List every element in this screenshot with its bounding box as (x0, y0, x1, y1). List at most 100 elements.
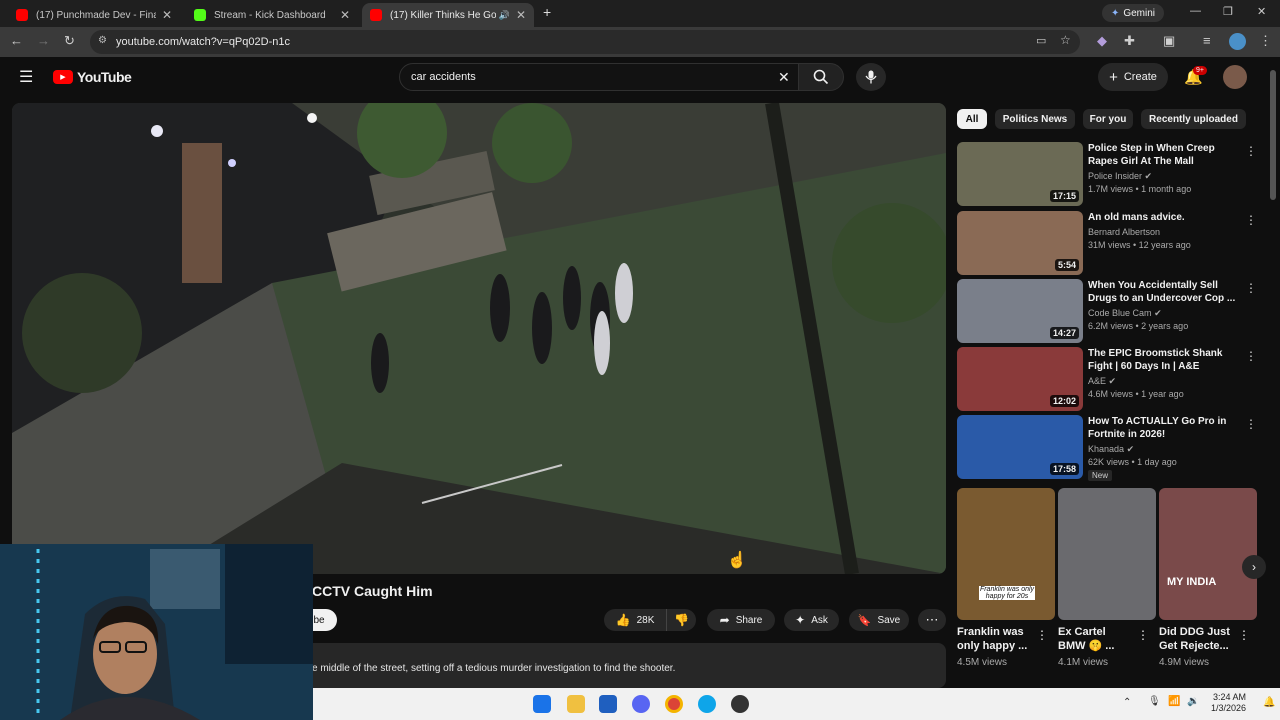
verified-icon: ✔ (1126, 444, 1135, 454)
related-title[interactable]: An old mans advice. (1088, 211, 1238, 224)
browser-tab-1[interactable]: (17) Punchmade Dev - Financia ✕ (8, 3, 180, 27)
youtube-play-icon: ▶ (53, 70, 73, 84)
notification-center-icon[interactable]: 🔔 (1263, 697, 1275, 708)
short-title[interactable]: Franklin was only happy ... (957, 625, 1035, 653)
chip-for-you[interactable]: For you (1083, 109, 1133, 129)
clear-search-icon[interactable]: ✕ (778, 69, 790, 86)
verified-icon: ✔ (1108, 376, 1117, 386)
browser-tab-2[interactable]: Stream - Kick Dashboard ✕ (186, 3, 358, 27)
short-thumbnail[interactable] (1058, 488, 1156, 620)
minimize-icon[interactable]: — (1190, 5, 1201, 17)
audio-playing-icon[interactable]: 🔊 (499, 10, 510, 21)
video-thumbnail[interactable]: 17:58 (957, 415, 1083, 479)
short-title[interactable]: Did DDG Just Get Rejecte... (1159, 625, 1237, 653)
tray-chevron-icon[interactable]: ⌃ (1123, 697, 1131, 708)
short-title[interactable]: Ex Cartel BMW 🤫 ... (1058, 625, 1136, 653)
more-options-icon[interactable]: ⋮ (1245, 417, 1257, 431)
video-thumbnail[interactable]: 17:15 (957, 142, 1083, 206)
hamburger-menu-icon[interactable]: ☰ (19, 67, 33, 87)
close-window-icon[interactable]: ✕ (1257, 5, 1266, 18)
channel-name[interactable]: Police Insider ✔ (1088, 171, 1152, 182)
extensions-puzzle-icon[interactable]: ✚ (1124, 33, 1135, 49)
more-options-icon[interactable]: ⋮ (1245, 281, 1257, 295)
dislike-button[interactable]: 👎 (666, 609, 696, 631)
site-info-icon[interactable]: ⚙ (98, 35, 107, 46)
discord-icon[interactable] (632, 695, 650, 713)
like-button[interactable]: 👍 28K (604, 609, 666, 631)
chip-politics-news[interactable]: Politics News (995, 109, 1075, 129)
split-view-icon[interactable]: ▣ (1163, 33, 1175, 49)
more-options-icon[interactable]: ⋮ (1245, 144, 1257, 158)
shorts-next-button[interactable]: › (1242, 555, 1266, 579)
channel-name[interactable]: Code Blue Cam ✔ (1088, 308, 1162, 319)
short-thumbnail[interactable]: Franklin was only happy for 20s (957, 488, 1055, 620)
related-title[interactable]: Police Step in When Creep Rapes Girl At … (1088, 142, 1238, 168)
video-description[interactable]: e middle of the street, setting off a te… (290, 643, 946, 688)
page-scrollbar[interactable] (1270, 70, 1276, 200)
profile-avatar[interactable] (1229, 33, 1246, 50)
video-player[interactable]: ☝ (12, 103, 946, 574)
youtube-logo[interactable]: ▶ YouTube (53, 69, 132, 85)
microphone-tray-icon[interactable]: 🎙 (1148, 696, 1161, 707)
close-tab-icon[interactable]: ✕ (162, 8, 172, 22)
extension-icon[interactable]: ◆ (1097, 33, 1107, 49)
obs-icon[interactable] (731, 695, 749, 713)
more-options-icon[interactable]: ⋮ (1036, 628, 1048, 642)
bookmark-star-icon[interactable]: ☆ (1060, 33, 1071, 47)
browser-tab-3-active[interactable]: (17) Killer Thinks He Got Aw 🔊 ✕ (362, 3, 534, 27)
reload-icon[interactable]: ↻ (64, 33, 75, 49)
system-clock[interactable]: 3:24 AM 1/3/2026 (1211, 692, 1246, 714)
search-input[interactable]: car accidents ✕ (399, 63, 799, 91)
close-tab-icon[interactable]: ✕ (340, 8, 350, 22)
share-button[interactable]: ➦ Share (707, 609, 775, 631)
search-button[interactable] (798, 63, 844, 91)
channel-name[interactable]: Bernard Albertson (1088, 227, 1160, 237)
related-video-item[interactable]: 14:27 When You Accidentally Sell Drugs t… (957, 279, 1262, 343)
volume-icon[interactable]: 🔉 (1187, 696, 1199, 707)
forward-icon[interactable]: → (37, 33, 50, 48)
related-video-item[interactable]: 17:15 Police Step in When Creep Rapes Gi… (957, 142, 1262, 206)
related-video-item[interactable]: 17:58 How To ACTUALLY Go Pro in Fortnite… (957, 415, 1262, 485)
video-thumbnail[interactable]: 5:54 (957, 211, 1083, 275)
edge-icon[interactable] (698, 695, 716, 713)
more-options-icon[interactable]: ⋮ (1137, 628, 1149, 642)
more-options-icon[interactable]: ⋮ (1245, 213, 1257, 227)
related-title[interactable]: When You Accidentally Sell Drugs to an U… (1088, 279, 1238, 305)
chrome-icon[interactable] (665, 695, 683, 713)
webcam-overlay (0, 544, 313, 720)
store-icon[interactable] (599, 695, 617, 713)
video-thumbnail[interactable]: 14:27 (957, 279, 1083, 343)
install-icon[interactable]: ▭ (1036, 34, 1046, 47)
tab-title: (17) Punchmade Dev - Financia (36, 9, 156, 21)
more-options-icon[interactable]: ⋮ (1245, 349, 1257, 363)
chip-all[interactable]: All (957, 109, 987, 129)
more-options-icon[interactable]: ⋮ (1238, 628, 1250, 642)
gemini-button[interactable]: ✦ Gemini (1102, 4, 1164, 22)
related-title[interactable]: How To ACTUALLY Go Pro in Fortnite in 20… (1088, 415, 1238, 441)
back-icon[interactable]: ← (10, 33, 23, 48)
close-tab-icon[interactable]: ✕ (516, 8, 526, 22)
ask-button[interactable]: ✦ Ask (784, 609, 839, 631)
chip-recently-uploaded[interactable]: Recently uploaded (1141, 109, 1246, 129)
start-windows-icon[interactable] (533, 695, 551, 713)
short-thumbnail[interactable]: MY INDIA (1159, 488, 1257, 620)
wifi-icon[interactable]: 📶 (1168, 696, 1180, 707)
save-button[interactable]: 🔖 Save (849, 609, 909, 631)
new-badge: New (1088, 470, 1113, 481)
video-thumbnail[interactable]: 12:02 (957, 347, 1083, 411)
channel-name[interactable]: Khanada ✔ (1088, 444, 1134, 455)
voice-search-button[interactable] (856, 63, 886, 91)
new-tab-button[interactable]: + (543, 4, 551, 20)
related-title[interactable]: The EPIC Broomstick Shank Fight | 60 Day… (1088, 347, 1238, 373)
create-button[interactable]: + Create (1098, 63, 1168, 91)
account-avatar[interactable] (1223, 65, 1247, 89)
file-explorer-icon[interactable] (567, 695, 585, 713)
related-video-item[interactable]: 5:54 An old mans advice. Bernard Alberts… (957, 211, 1262, 275)
chrome-menu-icon[interactable]: ⋮ (1259, 33, 1272, 49)
address-bar[interactable]: ⚙ youtube.com/watch?v=qPq02D-n1c ▭ ☆ (90, 30, 1080, 54)
channel-name[interactable]: A&E ✔ (1088, 376, 1116, 387)
related-video-item[interactable]: 12:02 The EPIC Broomstick Shank Fight | … (957, 347, 1262, 411)
restore-icon[interactable]: ❐ (1223, 5, 1233, 18)
media-control-icon[interactable]: ≡ (1203, 33, 1211, 48)
more-actions-button[interactable]: ⋯ (918, 609, 946, 631)
